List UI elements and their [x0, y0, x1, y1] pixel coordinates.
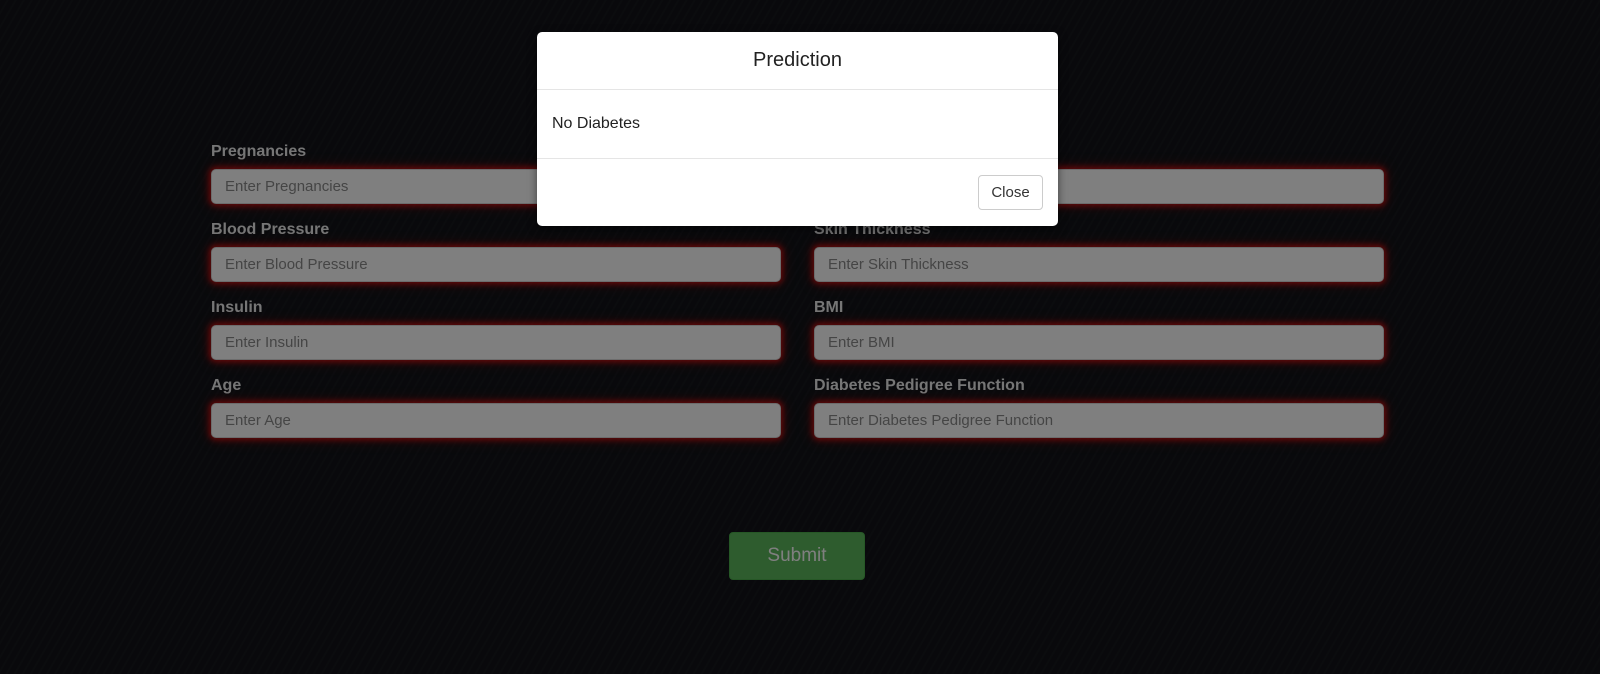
modal-footer: Close	[537, 159, 1058, 226]
prediction-result: No Diabetes	[552, 115, 641, 132]
modal-header: Prediction	[537, 32, 1058, 90]
close-button[interactable]: Close	[978, 175, 1043, 210]
modal-body: No Diabetes	[537, 90, 1058, 159]
prediction-modal: Prediction No Diabetes Close	[537, 32, 1058, 226]
modal-title: Prediction	[753, 49, 842, 71]
